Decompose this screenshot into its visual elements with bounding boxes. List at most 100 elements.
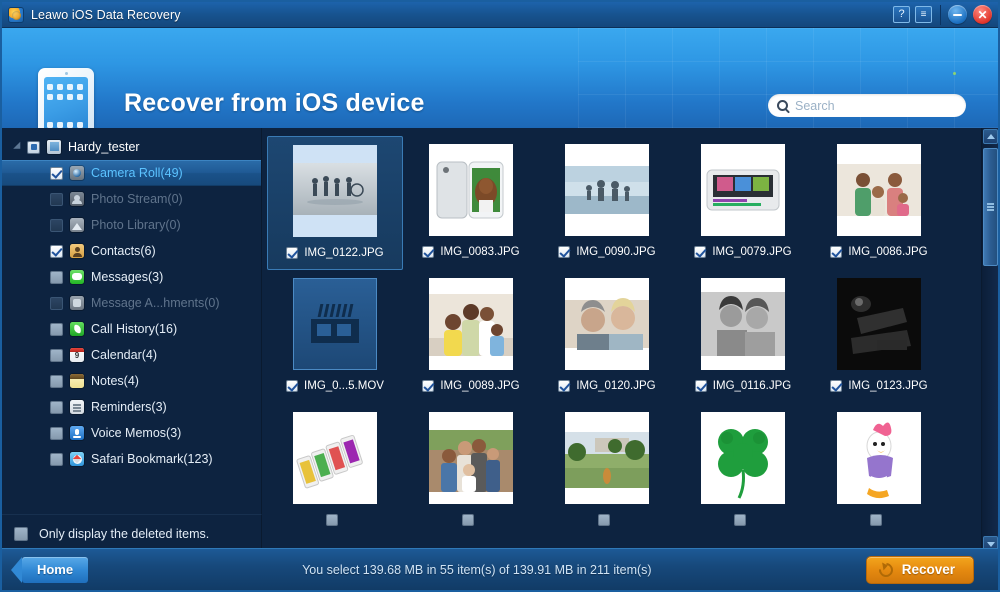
home-button[interactable]: Home — [11, 556, 88, 583]
grid-item[interactable] — [811, 404, 947, 538]
thumbnail-image — [837, 412, 921, 504]
sidebar-item-photo-stream[interactable]: Photo Stream(0) — [2, 186, 261, 212]
sidebar-item-label: Photo Library(0) — [91, 218, 181, 232]
item-checkbox[interactable] — [422, 246, 435, 258]
sidebar-item-voice-memos[interactable]: Voice Memos(3) — [2, 420, 261, 446]
sidebar-item-notes[interactable]: Notes(4) — [2, 368, 261, 394]
thumbnail-caption — [598, 514, 616, 526]
title-bar: Leawo iOS Data Recovery ? ≡ ✕ — [2, 2, 998, 28]
item-filename: IMG_0120.JPG — [576, 380, 656, 392]
grid-item[interactable]: IMG_0122.JPG — [267, 136, 403, 270]
item-filename: IMG_0086.JPG — [848, 246, 928, 258]
grid-item[interactable] — [403, 404, 539, 538]
window-title: Leawo iOS Data Recovery — [31, 7, 181, 22]
safari-bookmark-checkbox[interactable] — [50, 452, 63, 466]
collapse-triangle-icon[interactable] — [13, 141, 24, 153]
grid-item[interactable]: IMG_0083.JPG — [403, 136, 539, 270]
reminders-checkbox[interactable] — [50, 400, 63, 414]
contacts-checkbox[interactable] — [50, 244, 63, 258]
grid-item[interactable] — [675, 404, 811, 538]
close-button[interactable]: ✕ — [973, 5, 992, 24]
item-filename: IMG_0079.JPG — [712, 246, 792, 258]
phone-call-icon — [70, 322, 84, 336]
grid-item[interactable]: IMG_0089.JPG — [403, 270, 539, 404]
item-checkbox[interactable] — [286, 247, 299, 259]
messages-checkbox[interactable] — [50, 270, 63, 284]
sidebar-item-label: Message A...hments(0) — [91, 296, 220, 310]
call-history-checkbox[interactable] — [50, 322, 63, 336]
sidebar-item-label: Calendar(4) — [91, 348, 158, 362]
messages-icon — [70, 270, 84, 284]
scroll-up-button[interactable] — [983, 129, 998, 144]
item-filename: IMG_0090.JPG — [576, 246, 656, 258]
item-checkbox[interactable] — [598, 514, 610, 526]
message-attachments-checkbox[interactable] — [50, 296, 63, 310]
minimize-button[interactable] — [948, 5, 967, 24]
item-checkbox[interactable] — [286, 380, 299, 392]
item-checkbox[interactable] — [326, 514, 338, 526]
item-checkbox[interactable] — [830, 246, 843, 258]
thumbnail-grid: IMG_0122.JPG IMG_0083.JPG IMG_0090.JPG I… — [263, 128, 998, 552]
thumbnail-caption: IMG_0083.JPG — [422, 246, 520, 258]
item-filename: IMG_0122.JPG — [304, 247, 384, 259]
sidebar-item-safari-bookmark[interactable]: Safari Bookmark(123) — [2, 446, 261, 472]
photo-library-checkbox[interactable] — [50, 218, 63, 232]
only-deleted-filter[interactable]: Only display the deleted items. — [2, 514, 262, 552]
notes-icon — [70, 374, 84, 388]
thumbnail-image — [429, 144, 513, 236]
thumbnail-image — [701, 278, 785, 370]
device-label: Hardy_tester — [68, 140, 140, 154]
device-checkbox[interactable] — [27, 140, 40, 154]
item-checkbox[interactable] — [694, 380, 707, 392]
sidebar-item-label: Safari Bookmark(123) — [91, 452, 213, 466]
sidebar-item-label: Messages(3) — [91, 270, 164, 284]
item-checkbox[interactable] — [558, 380, 571, 392]
voice-memos-checkbox[interactable] — [50, 426, 63, 440]
scrollbar-thumb[interactable] — [983, 148, 998, 266]
photo-stream-checkbox[interactable] — [50, 192, 63, 206]
thumbnail-image — [429, 412, 513, 504]
only-deleted-label: Only display the deleted items. — [39, 526, 210, 541]
item-checkbox[interactable] — [734, 514, 746, 526]
item-checkbox[interactable] — [830, 380, 843, 392]
menu-button[interactable]: ≡ — [915, 6, 932, 23]
item-checkbox[interactable] — [694, 246, 707, 258]
item-checkbox[interactable] — [422, 380, 435, 392]
camera-roll-checkbox[interactable] — [50, 166, 63, 180]
search-box[interactable] — [768, 94, 966, 117]
photo-library-icon — [70, 218, 84, 232]
only-deleted-checkbox[interactable] — [14, 526, 28, 541]
grid-item[interactable]: IMG_0120.JPG — [539, 270, 675, 404]
search-input[interactable] — [795, 98, 955, 113]
recover-button-label: Recover — [901, 562, 955, 577]
vertical-scrollbar[interactable] — [981, 128, 998, 552]
item-checkbox[interactable] — [870, 514, 882, 526]
sidebar-item-message-attachments[interactable]: Message A...hments(0) — [2, 290, 261, 316]
calendar-checkbox[interactable] — [50, 348, 63, 362]
grid-item[interactable]: IMG_0116.JPG — [675, 270, 811, 404]
sidebar-item-camera-roll[interactable]: Camera Roll(49) — [2, 160, 261, 186]
item-checkbox[interactable] — [462, 514, 474, 526]
sidebar-item-messages[interactable]: Messages(3) — [2, 264, 261, 290]
notes-checkbox[interactable] — [50, 374, 63, 388]
sidebar-item-reminders[interactable]: Reminders(3) — [2, 394, 261, 420]
selection-status-text: You select 139.68 MB in 55 item(s) of 13… — [302, 562, 652, 577]
sidebar-item-contacts[interactable]: Contacts(6) — [2, 238, 261, 264]
item-filename: IMG_0089.JPG — [440, 380, 520, 392]
grid-item[interactable] — [267, 404, 403, 538]
sidebar-item-device-root[interactable]: Hardy_tester — [2, 134, 261, 160]
sidebar-item-calendar[interactable]: Calendar(4) — [2, 342, 261, 368]
grid-item[interactable]: IMG_0123.JPG — [811, 270, 947, 404]
grid-item[interactable]: IMG_0086.JPG — [811, 136, 947, 270]
sidebar-item-call-history[interactable]: Call History(16) — [2, 316, 261, 342]
grid-item[interactable]: IMG_0079.JPG — [675, 136, 811, 270]
help-button[interactable]: ? — [893, 6, 910, 23]
grid-item[interactable]: IMG_0090.JPG — [539, 136, 675, 270]
sidebar-item-photo-library[interactable]: Photo Library(0) — [2, 212, 261, 238]
recover-button[interactable]: Recover — [865, 555, 974, 584]
grid-item[interactable] — [539, 404, 675, 538]
grid-item[interactable]: IMG_0...5.MOV — [267, 270, 403, 404]
sidebar-tree: Hardy_tester Camera Roll(49) Photo Strea… — [2, 128, 262, 514]
window-controls: ? ≡ ✕ — [893, 2, 998, 27]
item-checkbox[interactable] — [558, 246, 571, 258]
